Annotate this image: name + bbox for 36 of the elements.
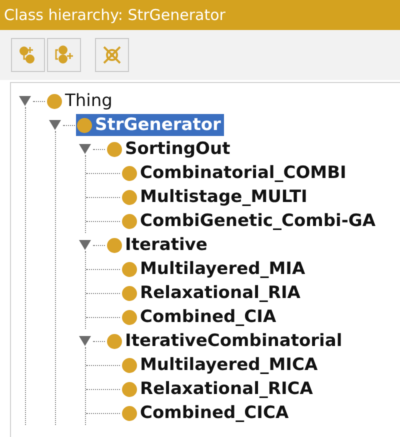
add-sibling-icon [53, 44, 75, 66]
class-icon [107, 142, 122, 156]
class-icon [122, 190, 137, 204]
tree-item[interactable]: SortingOut [106, 138, 234, 160]
tree-item[interactable]: Thing [46, 90, 116, 112]
tree-item[interactable]: Iterative [106, 234, 210, 256]
class-icon [107, 334, 122, 348]
panel-title: Class hierarchy: StrGenerator [0, 0, 400, 30]
tree-item[interactable]: IterativeCombinatorial [106, 330, 346, 352]
tree-item[interactable]: Multistage_MULTI [121, 186, 310, 208]
class-icon [122, 310, 137, 324]
class-icon [122, 214, 137, 228]
class-icon [122, 358, 137, 372]
class-icon [122, 262, 137, 276]
collapse-icon[interactable] [79, 240, 91, 250]
class-icon [122, 382, 137, 396]
tree-item[interactable]: Multilayered_MIA [121, 258, 308, 280]
tree-item[interactable]: Relaxational_RIA [121, 282, 304, 304]
class-icon [122, 166, 137, 180]
collapse-icon[interactable] [49, 120, 61, 130]
tree-item[interactable]: Combined_CIA [121, 306, 280, 328]
class-icon [107, 238, 122, 252]
tree-item[interactable]: StrGenerator [76, 114, 224, 136]
collapse-icon[interactable] [19, 96, 31, 106]
tree-item[interactable]: Combinatorial_COMBI [121, 162, 350, 184]
collapse-icon[interactable] [79, 336, 91, 346]
tree-item[interactable]: Combined_CICA [121, 402, 292, 424]
tree-item[interactable]: CombiGenetic_Combi-GA [121, 210, 379, 232]
delete-icon [101, 44, 123, 66]
class-icon [122, 286, 137, 300]
class-icon [122, 406, 137, 420]
collapse-icon[interactable] [79, 144, 91, 154]
tree-item[interactable]: Relaxational_RICA [121, 378, 316, 400]
class-icon [77, 118, 92, 132]
class-icon [47, 94, 62, 108]
tree-item[interactable]: Multilayered_MICA [121, 354, 321, 376]
